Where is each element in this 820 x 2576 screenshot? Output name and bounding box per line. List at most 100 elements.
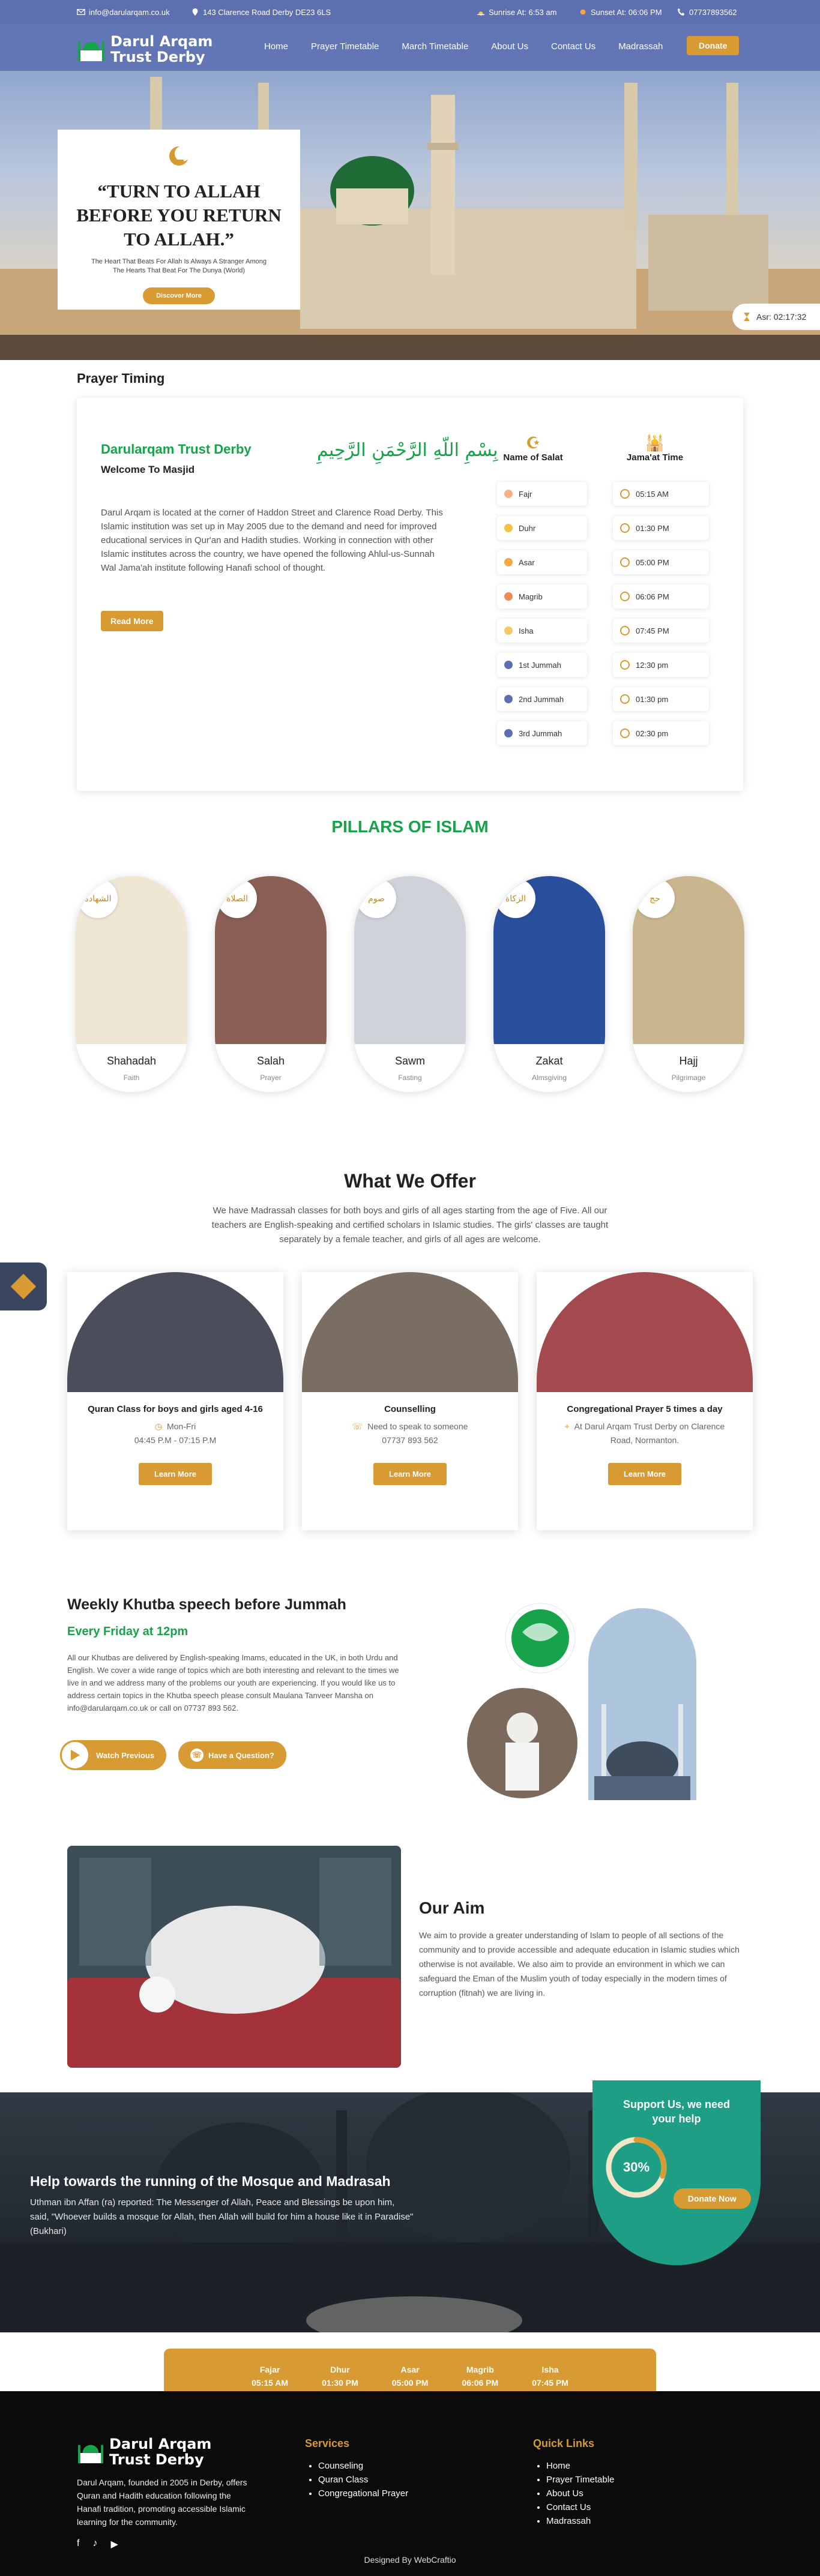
salat-name: 2nd Jummah: [519, 694, 564, 704]
diamond-icon: [10, 1273, 37, 1300]
time-value: 01:30 pm: [636, 694, 669, 704]
jamaat-time-header: 🕌 Jama'at Time: [613, 434, 697, 463]
clock-icon: [620, 523, 630, 533]
pillar-card[interactable]: صوم Sawm Fasting: [354, 876, 466, 1092]
nav-march-timetable[interactable]: March Timetable: [402, 41, 468, 52]
learn-more-button[interactable]: Learn More: [373, 1463, 447, 1485]
pillars-title: PILLARS OF ISLAM: [331, 817, 489, 836]
watch-previous-button[interactable]: Watch Previous: [60, 1740, 167, 1770]
offer-line-1-text: At Darul Arqam Trust Derby on Clarence: [574, 1422, 725, 1431]
quick-link-item[interactable]: Prayer Timetable: [546, 2473, 614, 2487]
time-value: 02:30 pm: [636, 728, 669, 738]
salat-row: 2nd Jummah: [497, 687, 587, 711]
donate-button[interactable]: Donate: [687, 36, 740, 55]
salat-icon: [504, 626, 513, 635]
service-item[interactable]: Congregational Prayer: [318, 2487, 408, 2500]
offer-line-1-text: Mon-Fri: [166, 1422, 196, 1431]
quick-link-item[interactable]: Madrassah: [546, 2514, 614, 2528]
offer-line-2: Road, Normanton.: [610, 1435, 680, 1445]
nav-about-us[interactable]: About Us: [491, 41, 528, 52]
address-info: 143 Clarence Road Derby DE23 6LS: [191, 8, 331, 17]
clock-icon: ◷: [154, 1422, 162, 1431]
prayer-section-title: Prayer Timing: [77, 371, 165, 386]
hero-quote-card: “TURN TO ALLAH BEFORE YOU RETURN TO ALLA…: [58, 130, 300, 310]
time-row: 07:45 PM: [613, 619, 709, 643]
side-widget-button[interactable]: [0, 1262, 47, 1311]
pillar-card[interactable]: الزكاة Zakat Almsgiving: [493, 876, 605, 1092]
pillar-card[interactable]: حج Hajj Pilgrimage: [633, 876, 744, 1092]
khutba-images: [467, 1603, 696, 1800]
address-text: 143 Clarence Road Derby DE23 6LS: [203, 7, 331, 17]
offer-image: [302, 1272, 518, 1392]
question-button[interactable]: ☏ Have a Question?: [178, 1741, 286, 1769]
col1-label: Name of Salat: [503, 452, 563, 463]
time-row: 05:15 AM: [613, 482, 709, 506]
watch-label: Watch Previous: [96, 1750, 155, 1760]
tiktok-icon[interactable]: ♪: [92, 2538, 97, 2550]
progress-label: 30%: [623, 2160, 650, 2175]
nav-contact-us[interactable]: Contact Us: [551, 41, 595, 52]
mosque-logo-icon: [78, 42, 104, 61]
salat-row: Duhr: [497, 516, 587, 540]
service-item[interactable]: Counseling: [318, 2459, 408, 2473]
learn-more-button[interactable]: Learn More: [138, 1463, 213, 1485]
pillar-name: Zakat: [535, 1055, 563, 1067]
quick-link-item[interactable]: Home: [546, 2459, 614, 2473]
footer-brand-2: Trust Derby: [109, 2451, 204, 2468]
offer-title: What We Offer: [344, 1170, 476, 1192]
aim-title: Our Aim: [419, 1899, 485, 1917]
services-title: Services: [305, 2437, 350, 2449]
hero-quote: “TURN TO ALLAH BEFORE YOU RETURN TO ALLA…: [76, 181, 282, 250]
strip-prayer-name: Asar: [400, 2365, 420, 2374]
pillar-card[interactable]: الصلاة Salah Prayer: [215, 876, 327, 1092]
salat-name: 3rd Jummah: [519, 728, 562, 738]
time-value: 05:00 PM: [636, 557, 669, 567]
strip-prayer-name: Dhur: [330, 2365, 350, 2374]
nav-links: Home Prayer Timetable March Timetable Ab…: [264, 41, 663, 52]
time-list: 05:15 AM 01:30 PM 05:00 PM 06:06 PM 07:45 PM…: [613, 482, 715, 755]
sunset-icon: [580, 9, 586, 15]
service-item[interactable]: Quran Class: [318, 2473, 408, 2487]
nav-madrassah[interactable]: Madrassah: [618, 41, 663, 52]
pillar-card[interactable]: الشهادة Shahadah Faith: [76, 876, 187, 1092]
discover-more-button[interactable]: Discover More: [143, 287, 215, 304]
salat-name: 1st Jummah: [519, 660, 561, 670]
sunrise-text: Sunrise At: 6:53 am: [489, 7, 557, 17]
strip-prayer-name: Magrib: [466, 2365, 494, 2374]
sunset-text: Sunset At: 06:06 PM: [591, 7, 662, 17]
support-title: Support Us, we need your help: [623, 2098, 731, 2125]
asr-text: Asr: 02:17:32: [756, 312, 807, 322]
pillar-name: Hajj: [679, 1055, 698, 1067]
read-more-button[interactable]: Read More: [101, 611, 163, 631]
question-label: Have a Question?: [208, 1750, 274, 1760]
time-row: 06:06 PM: [613, 584, 709, 608]
phone-info[interactable]: 07737893562: [677, 8, 737, 17]
salat-icon: [504, 524, 513, 532]
donate-now-button[interactable]: Donate Now: [673, 2188, 751, 2209]
youtube-icon[interactable]: ▶: [110, 2538, 118, 2550]
time-value: 07:45 PM: [636, 626, 669, 635]
nav-prayer-timetable[interactable]: Prayer Timetable: [311, 41, 379, 52]
phone-circle-icon: ☏: [190, 1749, 204, 1762]
offer-card: Congregational Prayer 5 times a day ⌖ At D…: [537, 1272, 753, 1530]
offer-line-1: ◷ Mon-Fri: [67, 1422, 283, 1432]
facebook-icon[interactable]: f: [77, 2538, 79, 2550]
site-logo[interactable]: Darul Arqam Trust Derby: [77, 34, 213, 65]
offer-image: [537, 1272, 753, 1392]
strip-prayer-time: 06:06 PM: [462, 2378, 499, 2388]
email-info[interactable]: info@darularqam.co.uk: [77, 8, 170, 17]
salat-icon: [504, 729, 513, 737]
quick-link-item[interactable]: Contact Us: [546, 2500, 614, 2514]
footer-logo[interactable]: Darul Arqam Trust Derby: [77, 2436, 211, 2467]
time-row: 05:00 PM: [613, 550, 709, 574]
offer-card-title: Quran Class for boys and girls aged 4-16: [88, 1404, 263, 1414]
khutba-actions: Watch Previous ☏ Have a Question?: [60, 1740, 286, 1770]
khutba-text: All our Khutbas are delivered by English…: [67, 1653, 399, 1713]
nav-home[interactable]: Home: [264, 41, 288, 52]
mosque-time-icon: 🕌: [645, 434, 665, 452]
offer-text: We have Madrassah classes for both boys …: [211, 1205, 609, 1244]
learn-more-button[interactable]: Learn More: [607, 1463, 682, 1485]
social-links: f ♪ ▶: [77, 2538, 118, 2550]
quick-link-item[interactable]: About Us: [546, 2487, 614, 2500]
strip-time: Dhur 01:30 PM: [322, 2363, 358, 2389]
